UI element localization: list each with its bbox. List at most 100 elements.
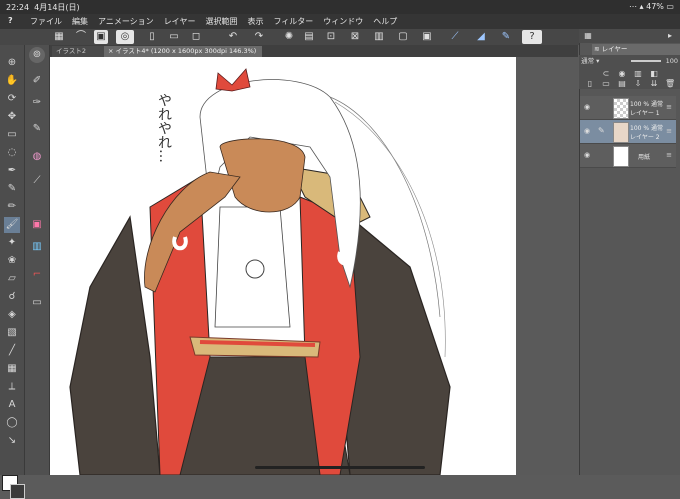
canvas-paper[interactable]: やれやれ… <box>50 57 516 475</box>
spiral-icon[interactable]: ◎ <box>116 30 134 44</box>
menu-item-7[interactable]: ウィンドウ <box>323 16 363 27</box>
ruler-tool-icon[interactable]: ⟂ <box>4 379 20 395</box>
blend-icon[interactable]: ☌ <box>4 289 20 305</box>
menu-item-1[interactable]: 編集 <box>72 16 88 27</box>
selection-icon[interactable]: ▭ <box>4 127 20 143</box>
new-raster-icon[interactable]: ▯ <box>585 79 595 89</box>
brush-preset-2-icon[interactable]: ✑ <box>29 95 45 111</box>
pen-tool-icon[interactable]: ✎ <box>4 181 20 197</box>
deselect-icon[interactable]: ⊡ <box>324 30 338 44</box>
frame-icon[interactable]: ▦ <box>4 361 20 377</box>
pencil-icon[interactable]: ✏ <box>4 199 20 215</box>
zoom-icon[interactable]: ⊕ <box>4 55 20 71</box>
transform-icon[interactable]: ⊠ <box>348 30 362 44</box>
layer-panel-header[interactable]: ≋ レイヤー <box>592 44 680 55</box>
layer-property-icon[interactable]: ▥ <box>29 239 45 255</box>
menu-item-6[interactable]: フィルター <box>273 16 313 27</box>
companion-icon[interactable]: ⌒ <box>74 30 88 44</box>
blend-mode-select[interactable]: 通常 <box>581 57 594 65</box>
eraser-icon[interactable]: ▱ <box>4 271 20 287</box>
color-set-icon[interactable]: ▣ <box>29 217 45 233</box>
decoration-icon[interactable]: ❀ <box>4 253 20 269</box>
artwork-sketch <box>69 68 451 475</box>
new-vector-icon[interactable]: ▭ <box>601 79 611 89</box>
eyedropper-icon[interactable]: ✒ <box>4 163 20 179</box>
menu-item-0[interactable]: ファイル <box>30 16 62 27</box>
pen-icon[interactable]: ✎ <box>499 30 513 44</box>
mask-icon[interactable]: ◧ <box>649 69 659 79</box>
ruler-icon[interactable]: ⟋ <box>448 30 462 44</box>
drag-handle-icon[interactable]: ≡ <box>666 103 672 111</box>
color-wheel-icon[interactable]: ◍ <box>29 149 45 165</box>
pen-size-icon[interactable]: ⟋ <box>29 173 45 189</box>
lasso-icon[interactable]: ◌ <box>4 145 20 161</box>
tab-illust-4[interactable]: × イラスト4* (1200 x 1600px 300dpi 146.3%) <box>104 46 262 57</box>
open-folder-icon[interactable]: ▭ <box>167 30 181 44</box>
snap-icon[interactable]: ◢ <box>474 30 488 44</box>
redo-icon[interactable]: ↷ <box>252 30 266 44</box>
status-date: 4月14日(日) <box>34 3 80 12</box>
save-icon[interactable]: ◻ <box>189 30 203 44</box>
menu-items: ファイル 編集 アニメーション レイヤー 選択範囲 表示 フィルター ウィンドウ ヘルプ <box>30 16 397 27</box>
command-bar: ▦ ⌒ ▣ ◎ ▯ ▭ ◻ ↶ ↷ ✺ ▤ ⊡ ⊠ ▥ ▢ ▣ ⟋ ◢ ✎ ? <box>0 29 680 45</box>
airbrush-icon[interactable]: ✦ <box>4 235 20 251</box>
rotate-icon[interactable]: ⟳ <box>4 91 20 107</box>
reference-icon[interactable]: ◉ <box>617 69 627 79</box>
eye-icon[interactable]: ◉ <box>584 103 592 111</box>
border-icon[interactable]: ▢ <box>396 30 410 44</box>
lock-icon[interactable]: ▥ <box>633 69 643 79</box>
hand-icon[interactable]: ✋ <box>4 73 20 89</box>
balloon-icon[interactable]: ◯ <box>4 415 20 431</box>
fill-icon[interactable]: ▤ <box>302 30 316 44</box>
grid-icon[interactable]: ▦ <box>52 30 66 44</box>
drag-handle-icon[interactable]: ≡ <box>666 127 672 135</box>
drag-handle-icon[interactable]: ≡ <box>666 151 672 159</box>
undo-icon[interactable]: ↶ <box>226 30 240 44</box>
transfer-icon[interactable]: ⇩ <box>633 79 643 89</box>
correct-line-icon[interactable]: ↘ <box>4 433 20 449</box>
menu-item-8[interactable]: ヘルプ <box>373 16 397 27</box>
layer-opacity-mode: 100 % 通常 <box>630 101 663 108</box>
opacity-slider[interactable] <box>631 60 661 62</box>
gradient-icon[interactable]: ▧ <box>4 325 20 341</box>
layer-row-1[interactable]: ◉ 100 % 通常 レイヤー 1 ≡ <box>580 96 676 120</box>
menu-item-3[interactable]: レイヤー <box>164 16 196 27</box>
layer-row-2[interactable]: ◉ ✎ 100 % 通常 レイヤー 2 ≡ <box>580 120 676 144</box>
ios-status-bar: 22:24 4月14日(日) ⋯ ▴ 47% ▭ <box>0 0 680 14</box>
search-icon[interactable]: ⊚ <box>29 47 45 63</box>
status-time: 22:24 <box>6 3 30 12</box>
home-indicator[interactable] <box>255 466 425 469</box>
merge-icon[interactable]: ⇊ <box>649 79 659 89</box>
clear-icon[interactable]: ✺ <box>282 30 296 44</box>
handwritten-annotation: やれやれ… <box>156 93 172 163</box>
panel-collapse-icon[interactable]: ▸ <box>665 31 675 41</box>
brush-icon[interactable]: 🖌 <box>4 217 20 233</box>
app-logo-icon[interactable]: ? <box>8 16 13 25</box>
eye-icon[interactable]: ◉ <box>584 127 592 135</box>
eye-icon[interactable]: ◉ <box>584 151 592 159</box>
menu-item-4[interactable]: 選択範囲 <box>205 16 237 27</box>
material-icon[interactable]: ▭ <box>29 295 45 311</box>
select-all-icon[interactable]: ▣ <box>420 30 434 44</box>
delete-layer-icon[interactable]: 🗑 <box>665 79 675 89</box>
move-icon[interactable]: ✥ <box>4 109 20 125</box>
brush-preset-icon[interactable]: ✐ <box>29 73 45 89</box>
stroke-icon[interactable]: ⌐ <box>29 267 45 283</box>
main-sub-color[interactable] <box>2 475 25 499</box>
menu-item-5[interactable]: 表示 <box>247 16 263 27</box>
clip-icon[interactable]: ⊂ <box>601 69 611 79</box>
new-file-icon[interactable]: ▯ <box>145 30 159 44</box>
dashboard-icon[interactable]: ▣ <box>94 30 108 44</box>
tab-illust-2[interactable]: イラスト2 <box>52 46 108 57</box>
sub-tool-palette: ⊚ ✐ ✑ ✎ ◍ ⟋ ▣ ▥ ⌐ ▭ <box>25 45 50 475</box>
fill-bucket-icon[interactable]: ◈ <box>4 307 20 323</box>
brush-preset-3-icon[interactable]: ✎ <box>29 121 45 137</box>
menu-item-2[interactable]: アニメーション <box>98 16 154 27</box>
panel-menu-icon[interactable]: ▦ <box>583 31 593 41</box>
text-icon[interactable]: A <box>4 397 20 413</box>
layer-icon[interactable]: ▥ <box>372 30 386 44</box>
figure-icon[interactable]: ╱ <box>4 343 20 359</box>
help-icon[interactable]: ? <box>522 30 542 44</box>
new-folder-icon[interactable]: ▤ <box>617 79 627 89</box>
layer-row-paper[interactable]: ◉ 用紙 ≡ <box>580 144 676 168</box>
